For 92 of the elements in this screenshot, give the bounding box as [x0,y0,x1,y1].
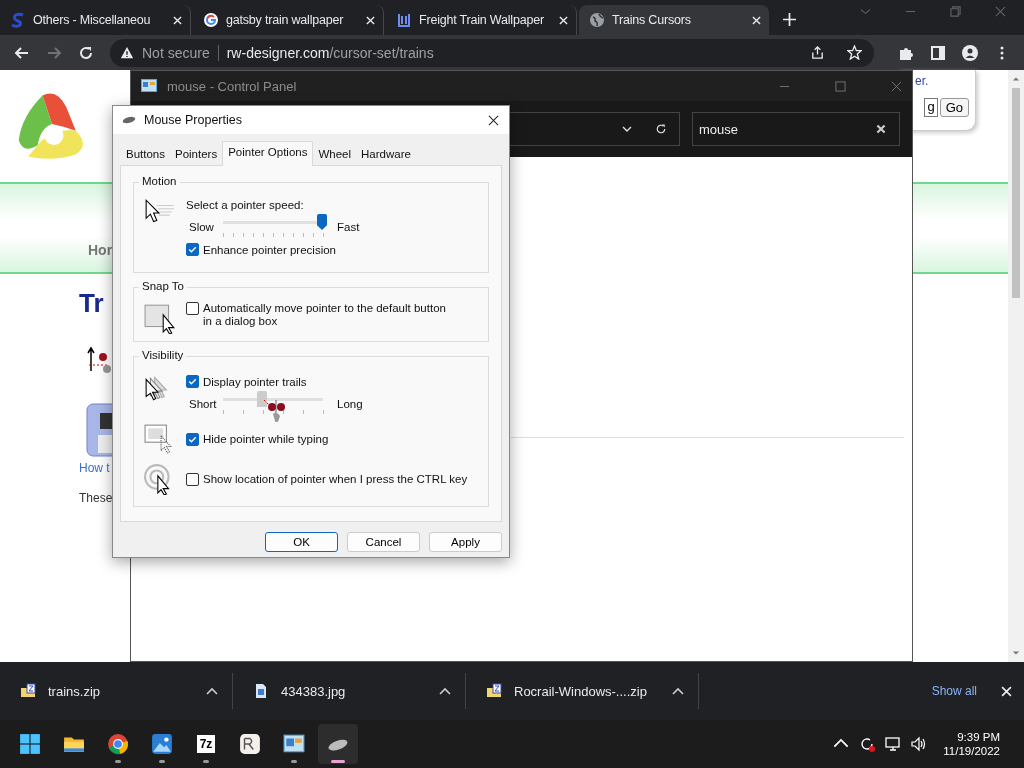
page-heading: Tr [79,288,104,319]
bracket-logo-icon [396,12,412,28]
address-bar[interactable]: Not secure rw-designer.com/cursor-set/trains [110,38,874,67]
dialog-tab[interactable]: Buttons [121,144,170,165]
google-icon [203,12,219,28]
clock-time[interactable]: 9:39 PM [957,731,1000,743]
close-icon[interactable] [488,114,499,126]
clear-icon[interactable] [875,123,887,135]
slider-thumb[interactable] [317,214,327,230]
volume-icon[interactable] [911,736,928,752]
search-field[interactable]: mouse [692,112,900,146]
show-all-link[interactable]: Show all [931,684,977,698]
search-field[interactable]: g [924,98,938,117]
link[interactable]: er. [915,74,929,88]
nav-link[interactable]: Hor [88,242,113,258]
back-icon[interactable] [14,44,30,61]
go-button[interactable]: Go [939,98,969,117]
checkbox-label: Hide pointer while typing [203,433,329,445]
checkbox[interactable] [186,243,199,256]
slider-max-label: Fast [337,221,360,233]
taskbar-button[interactable] [318,724,358,764]
side-panel-icon[interactable] [930,44,946,61]
scroll-up-icon[interactable] [1012,76,1020,82]
scrollbar[interactable] [1008,70,1024,662]
caret-icon[interactable] [206,687,218,695]
s-logo-icon [10,12,26,28]
profile-icon[interactable] [962,44,978,61]
group-title: Visibility [139,349,187,361]
checkbox[interactable] [186,472,199,486]
taskbar-button[interactable]: 7z [186,724,226,764]
dialog-title: Mouse Properties [144,113,242,127]
download-item[interactable]: trains.zip [0,673,233,709]
archive-app-icon: 7z [196,735,216,753]
scroll-thumb[interactable] [1012,88,1020,298]
trail-length-slider[interactable] [223,393,323,415]
checkbox-label: Display pointer trails [203,375,307,388]
new-tab-icon[interactable] [783,13,796,26]
url-text: rw-designer.com/cursor-set/trains [226,44,434,61]
globe-icon [589,12,605,28]
slider-min-label: Short [189,398,215,410]
dialog-tab[interactable]: Hardware [356,144,416,165]
checkbox-label: Automatically move pointer to the default button in a dialog box [203,302,447,328]
dialog-button[interactable]: OK [265,532,338,552]
button-pointer-icon [144,302,176,334]
archive-file-icon [20,683,36,699]
file-name: trains.zip [48,683,101,699]
clock-date[interactable]: 11/19/2022 [943,745,1000,757]
photos-icon [151,733,173,755]
group-title: Motion [139,175,180,187]
download-item[interactable]: Rocrail-Windows-....zip [466,673,699,709]
archive-file-icon [486,683,502,699]
image-file-icon [253,683,269,699]
refresh-icon[interactable] [655,123,667,135]
dialog-button[interactable]: Apply [429,532,502,552]
window-title: mouse - Control Panel [167,78,297,94]
dialog-tab[interactable]: Pointer Options [222,141,314,166]
link[interactable]: How t [79,461,110,475]
caret-icon[interactable] [439,687,451,695]
network-icon[interactable] [885,736,902,752]
browser-tab[interactable]: Trains Cursors [579,5,769,35]
slider-min-label: Slow [189,221,215,233]
sync-icon[interactable] [859,736,876,752]
star-icon[interactable] [847,45,862,60]
reload-icon[interactable] [78,44,94,61]
checkbox-label: Show location of pointer when I press the CTRL key [203,473,468,485]
paragraph: These [79,491,113,505]
chrome-icon [107,733,129,755]
slider-thumb[interactable] [257,391,267,407]
rail-app-icon [239,733,261,755]
group-title: Snap To [139,280,187,292]
checkbox-label: Enhance pointer precision [203,243,336,256]
download-item[interactable]: 434383.jpg [233,673,466,709]
file-name: 434383.jpg [281,683,346,699]
windows-logo-icon [19,733,41,755]
dialog-tab[interactable]: Pointers [170,144,223,165]
forward-icon[interactable] [46,44,62,61]
dialog-tab[interactable]: Wheel [313,144,357,165]
security-label: Not secure [142,44,210,61]
scroll-down-icon[interactable] [1012,650,1020,656]
caret-icon[interactable] [672,687,684,695]
warning-icon [120,45,134,60]
mouse-icon [121,116,137,124]
checkbox[interactable] [186,432,199,446]
control-panel-icon [283,733,305,755]
prompt-text: Select a pointer speed: [186,199,305,211]
checkbox[interactable] [186,375,199,388]
share-icon[interactable] [810,45,825,60]
file-name: Rocrail-Windows-....zip [514,683,647,699]
slider-max-label: Long [337,398,363,410]
dialog-button[interactable]: Cancel [347,532,420,552]
checkbox[interactable] [186,302,199,315]
control-panel-icon [141,79,157,93]
